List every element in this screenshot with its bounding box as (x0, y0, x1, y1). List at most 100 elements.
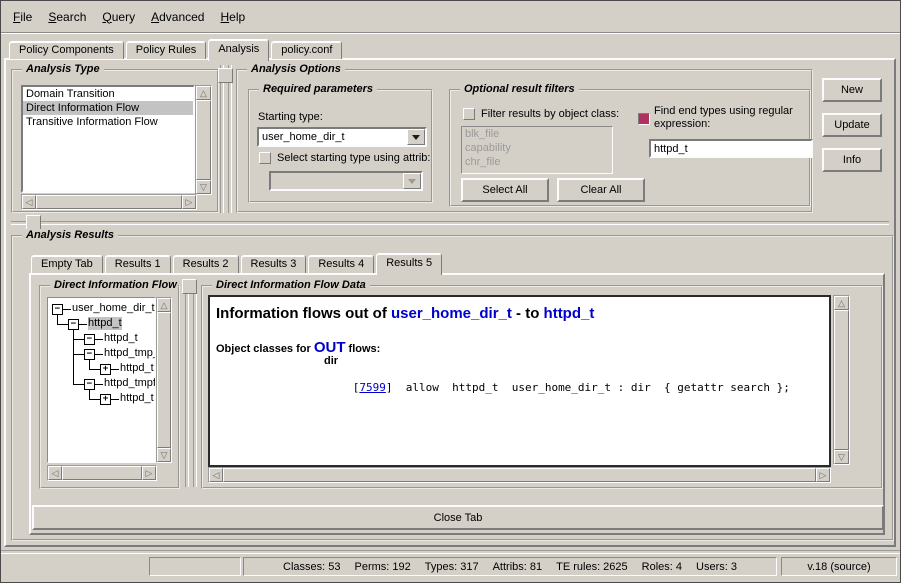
rule-line: [7599] allow httpd_t user_home_dir_t : d… (313, 368, 790, 407)
dropdown-button[interactable] (407, 129, 425, 145)
scroll-up-icon[interactable] (157, 298, 171, 312)
menu-advanced[interactable]: Advanced (151, 10, 204, 24)
update-button[interactable]: Update (822, 113, 882, 137)
scrollbar-thumb[interactable] (36, 195, 182, 209)
analysis-type-vscrollbar[interactable] (195, 85, 212, 195)
tab-empty[interactable]: Empty Tab (31, 255, 103, 273)
scroll-left-icon[interactable] (22, 195, 36, 209)
object-class-checkbox-row[interactable]: Filter results by object class: (463, 108, 619, 120)
tab-policy-components[interactable]: Policy Components (9, 41, 124, 59)
statusbar-empty-panel (149, 557, 241, 576)
select-all-button[interactable]: Select All (461, 178, 549, 202)
new-button[interactable]: New (822, 78, 882, 102)
checkbox-unchecked-icon[interactable] (259, 152, 271, 164)
tree-expander[interactable]: − (52, 304, 63, 315)
scrollbar-thumb[interactable] (62, 466, 142, 480)
tab-results-4[interactable]: Results 4 (308, 255, 374, 273)
scroll-up-icon[interactable] (834, 296, 849, 310)
tab-policy-rules[interactable]: Policy Rules (126, 41, 207, 59)
analysis-type-hscrollbar[interactable] (21, 194, 197, 210)
tree-hscrollbar[interactable] (47, 465, 157, 481)
tree-expander[interactable]: − (84, 379, 95, 390)
scroll-left-icon[interactable] (209, 468, 223, 482)
data-vscrollbar[interactable] (833, 295, 850, 465)
tree-connector (73, 329, 74, 384)
list-item[interactable]: Direct Information Flow (23, 101, 193, 115)
menu-query[interactable]: Query (102, 10, 135, 24)
tab-analysis[interactable]: Analysis (208, 39, 269, 61)
tree-expander[interactable]: − (84, 349, 95, 360)
checkbox-checked-icon[interactable] (638, 113, 650, 125)
close-tab-button[interactable]: Close Tab (32, 505, 884, 530)
tab-results-2[interactable]: Results 2 (173, 255, 239, 273)
tree-connector (89, 399, 100, 400)
tab-results-1[interactable]: Results 1 (105, 255, 171, 273)
tree-node-label[interactable]: user_home_dir_t (72, 302, 155, 315)
scrollbar-thumb[interactable] (834, 310, 849, 450)
pane-divider[interactable] (11, 221, 889, 225)
scroll-left-icon[interactable] (48, 466, 62, 480)
stat-types: Types: 317 (425, 561, 479, 573)
pane-divider[interactable] (185, 279, 189, 487)
scrollbar-thumb[interactable] (223, 468, 816, 482)
list-item[interactable]: Domain Transition (23, 87, 193, 101)
tab-policy-conf[interactable]: policy.conf (271, 41, 342, 59)
menu-file[interactable]: File (13, 10, 32, 24)
tree-node-label[interactable]: httpd_t (88, 317, 122, 330)
rule-text: allow httpd_t user_home_dir_t : dir { ge… (393, 381, 790, 394)
stat-perms: Perms: 192 (355, 561, 411, 573)
tree-node-label[interactable]: httpd_tmpfs_t (104, 377, 156, 390)
tree-node-label[interactable]: httpd_tmp_t (104, 347, 156, 360)
data-hscrollbar[interactable] (208, 467, 831, 483)
tree-connector (79, 324, 87, 325)
regex-checkbox[interactable] (638, 113, 650, 125)
pane-divider-handle[interactable] (218, 68, 233, 83)
tree-node-label[interactable]: httpd_t (120, 392, 154, 405)
tree-connector (73, 384, 84, 385)
list-item: chr_file (462, 155, 612, 169)
tree-expander[interactable]: − (68, 319, 79, 330)
pane-divider-handle[interactable] (26, 215, 41, 230)
flow-data-text[interactable]: Information flows out of user_home_dir_t… (208, 295, 831, 467)
tree-expander[interactable]: − (84, 334, 95, 345)
scroll-right-icon[interactable] (816, 468, 830, 482)
scrollbar-thumb[interactable] (196, 100, 211, 180)
menu-search[interactable]: Search (48, 10, 86, 24)
analysis-type-label: Analysis Type (22, 63, 104, 75)
scroll-down-icon[interactable] (157, 448, 171, 462)
pane-divider-handle[interactable] (182, 279, 197, 294)
scroll-right-icon[interactable] (142, 466, 156, 480)
pane-divider[interactable] (193, 279, 197, 487)
attrib-checkbox-label: Select starting type using attrib: (277, 152, 430, 164)
rule-id-link[interactable]: 7599 (359, 381, 386, 394)
pane-divider[interactable] (220, 65, 224, 213)
heading-prefix: Information flows out of (216, 305, 391, 322)
tree-expander[interactable]: + (100, 364, 111, 375)
tab-results-5[interactable]: Results 5 (376, 253, 442, 275)
scroll-down-icon[interactable] (834, 450, 849, 464)
tab-results-3[interactable]: Results 3 (241, 255, 307, 273)
scroll-up-icon[interactable] (196, 86, 211, 100)
tree-expander[interactable]: + (100, 394, 111, 405)
scrollbar-thumb[interactable] (157, 312, 171, 448)
info-button[interactable]: Info (822, 148, 882, 172)
checkbox-unchecked-icon[interactable] (463, 108, 475, 120)
scroll-down-icon[interactable] (196, 180, 211, 194)
attrib-checkbox-row[interactable]: Select starting type using attrib: (259, 152, 430, 164)
pane-divider[interactable] (228, 65, 232, 213)
dropdown-arrow-icon (408, 179, 416, 184)
scroll-right-icon[interactable] (182, 195, 196, 209)
tree-node-label[interactable]: httpd_t (120, 362, 154, 375)
flow-heading: Information flows out of user_home_dir_t… (216, 305, 594, 322)
tree-connector (89, 369, 100, 370)
menu-help[interactable]: Help (220, 10, 245, 24)
list-item[interactable]: Transitive Information Flow (23, 115, 193, 129)
clear-all-button[interactable]: Clear All (557, 178, 645, 202)
tree-connector (95, 354, 103, 355)
tree-node-label[interactable]: httpd_t (104, 332, 138, 345)
regex-input[interactable] (649, 139, 813, 158)
tree-vscrollbar[interactable] (156, 297, 172, 463)
starting-type-combobox[interactable]: user_home_dir_t (257, 127, 427, 147)
tree-connector (95, 384, 103, 385)
tree-connector (57, 324, 68, 325)
